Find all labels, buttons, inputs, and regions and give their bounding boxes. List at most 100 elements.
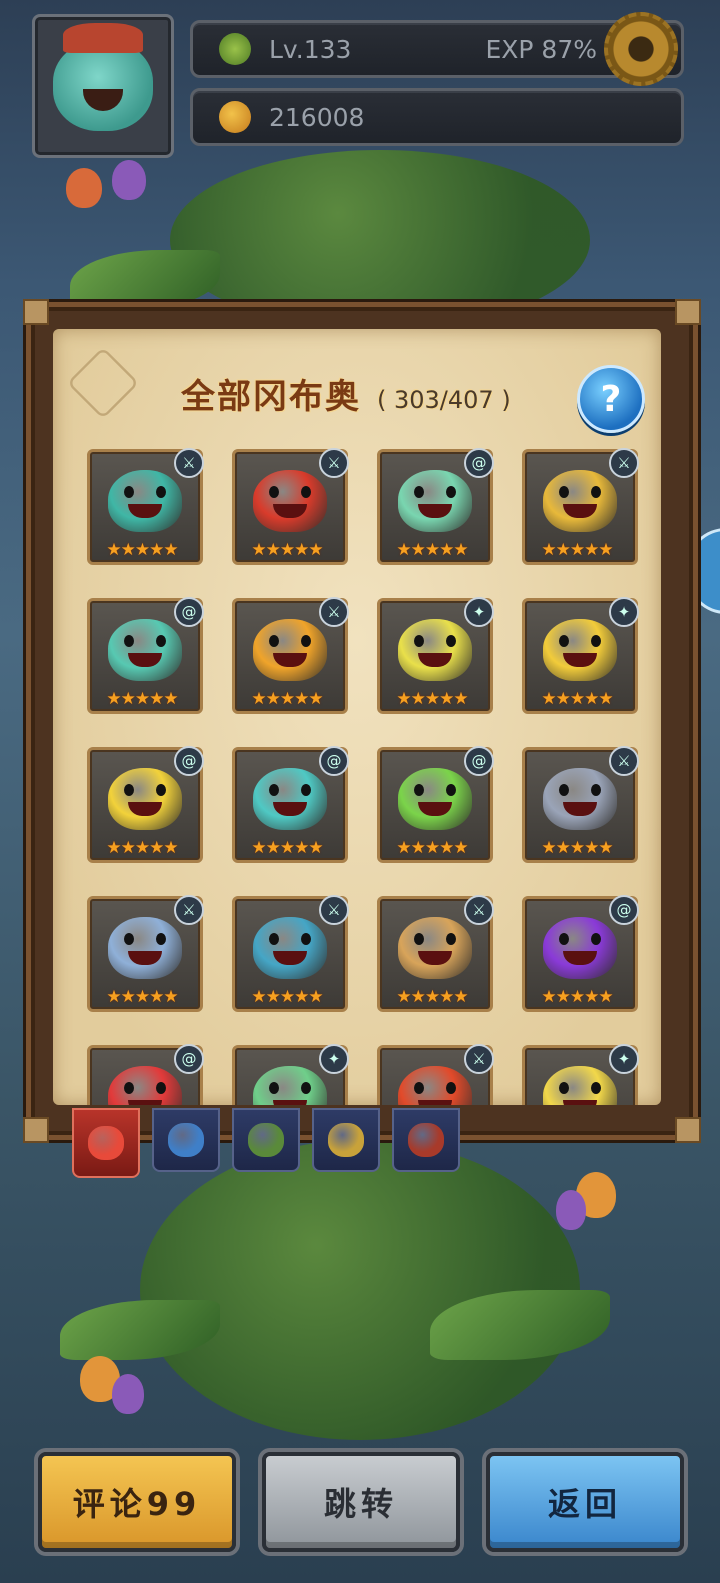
monster-portrait [398,470,472,532]
gold-category-icon [328,1123,364,1157]
monster-card[interactable]: @ ★★★★★ [522,895,639,1012]
star-rating: ★★★★★ [106,689,178,709]
star-rating: ★★★★★ [396,540,468,560]
monster-card[interactable]: ⚔ ★★★★★ [87,448,204,565]
monster-portrait [253,470,327,532]
wand-class-icon: ✦ [464,597,494,627]
spiral-class-icon: @ [174,597,204,627]
balloon-decoration [112,1374,144,1414]
monster-card[interactable]: ⚔ ★★★★★ [232,597,349,714]
monster-card[interactable]: ⚔ ★★★★★ [232,448,349,565]
monster-card[interactable]: @ ★★★★★ [377,448,494,565]
jump-button[interactable]: 跳转 [262,1452,460,1552]
monster-card[interactable]: ⚔ [377,1044,494,1105]
panel-title: 全部冈布奥 ( 303/407 ) [181,369,511,418]
category-tabs [72,1108,460,1178]
star-rating: ★★★★★ [541,689,613,709]
monster-card[interactable]: ✦ [522,1044,639,1105]
spiral-class-icon: @ [464,448,494,478]
panel-corner [675,299,701,325]
clover-icon [219,33,251,65]
monster-card[interactable]: ⚔ ★★★★★ [377,895,494,1012]
spiral-class-icon: @ [464,746,494,776]
monster-card[interactable]: ⚔ ★★★★★ [522,746,639,863]
monster-portrait [398,768,472,830]
monster-card[interactable]: ✦ [232,1044,349,1105]
monster-portrait [543,917,617,979]
currency-bar: 216008 [190,88,684,146]
tab-blue[interactable] [152,1108,220,1172]
star-rating: ★★★★★ [396,838,468,858]
panel-title-text: 全部冈布奥 [181,377,361,417]
sword-class-icon: ⚔ [609,448,639,478]
balloon-decoration [556,1190,586,1230]
monster-portrait [253,1066,327,1105]
currency-amount: 216008 [269,102,365,132]
tab-gold[interactable] [312,1108,380,1172]
monster-portrait [108,619,182,681]
collection-panel: 全部冈布奥 ( 303/407 ) ? ⚔ ★★★★★ ⚔ ★★★★★ @ ★★★★★ ⚔ ★★… [23,299,701,1143]
star-rating: ★★★★★ [396,689,468,709]
settings-gear-icon[interactable] [604,12,678,86]
player-avatar[interactable] [32,14,174,158]
spiral-class-icon: @ [319,746,349,776]
sword-class-icon: ⚔ [464,895,494,925]
star-rating: ★★★★★ [251,689,323,709]
monster-card[interactable]: ✦ ★★★★★ [522,597,639,714]
star-rating: ★★★★★ [541,987,613,1007]
monster-portrait [253,619,327,681]
emblem-icon [66,346,140,420]
monster-portrait [253,768,327,830]
collection-count: ( 303/407 ) [377,386,511,414]
monster-portrait [543,768,617,830]
sword-class-icon: ⚔ [609,746,639,776]
balloon-decoration [66,168,102,208]
monster-card[interactable]: @ ★★★★★ [87,746,204,863]
monster-portrait [108,470,182,532]
monster-card[interactable]: ⚔ ★★★★★ [232,895,349,1012]
monster-card[interactable]: @ ★★★★★ [377,746,494,863]
tab-red[interactable] [392,1108,460,1172]
sword-class-icon: ⚔ [319,448,349,478]
acorn-coin-icon [219,101,251,133]
monster-portrait [543,1066,617,1105]
monster-portrait [108,768,182,830]
help-button[interactable]: ? [577,365,645,433]
green-category-icon [248,1123,284,1157]
back-button[interactable]: 返回 [486,1452,684,1552]
exp-text: EXP 87% [485,34,597,64]
red-category-icon [408,1123,444,1157]
sword-class-icon: ⚔ [464,1044,494,1074]
wand-class-icon: ✦ [609,1044,639,1074]
spiral-class-icon: @ [609,895,639,925]
star-rating: ★★★★★ [106,540,178,560]
star-rating: ★★★★★ [106,838,178,858]
monster-card[interactable]: ⚔ ★★★★★ [522,448,639,565]
tab-green[interactable] [232,1108,300,1172]
monster-card[interactable]: ✦ ★★★★★ [377,597,494,714]
balloon-decoration [112,160,146,200]
star-rating: ★★★★★ [541,838,613,858]
monster-portrait [108,917,182,979]
star-rating: ★★★★★ [541,540,613,560]
monster-portrait [108,1066,182,1105]
panel-paper: 全部冈布奥 ( 303/407 ) ? ⚔ ★★★★★ ⚔ ★★★★★ @ ★★★★★ ⚔ ★★… [53,329,661,1105]
monster-portrait [398,619,472,681]
spiral-class-icon: @ [174,1044,204,1074]
monster-card[interactable]: @ ★★★★★ [232,746,349,863]
monster-portrait [253,917,327,979]
comment-button[interactable]: 评论99 [38,1452,236,1552]
spiral-class-icon: @ [174,746,204,776]
tab-all[interactable] [72,1108,140,1178]
avatar-portrait [53,23,153,131]
panel-corner [23,299,49,325]
panel-corner [675,1117,701,1143]
sword-class-icon: ⚔ [174,448,204,478]
monster-card[interactable]: @ [87,1044,204,1105]
sword-class-icon: ⚔ [174,895,204,925]
all-category-icon [88,1126,124,1160]
blue-category-icon [168,1123,204,1157]
monster-card[interactable]: @ ★★★★★ [87,597,204,714]
monster-card[interactable]: ⚔ ★★★★★ [87,895,204,1012]
level-text: Lv.133 [269,34,352,64]
